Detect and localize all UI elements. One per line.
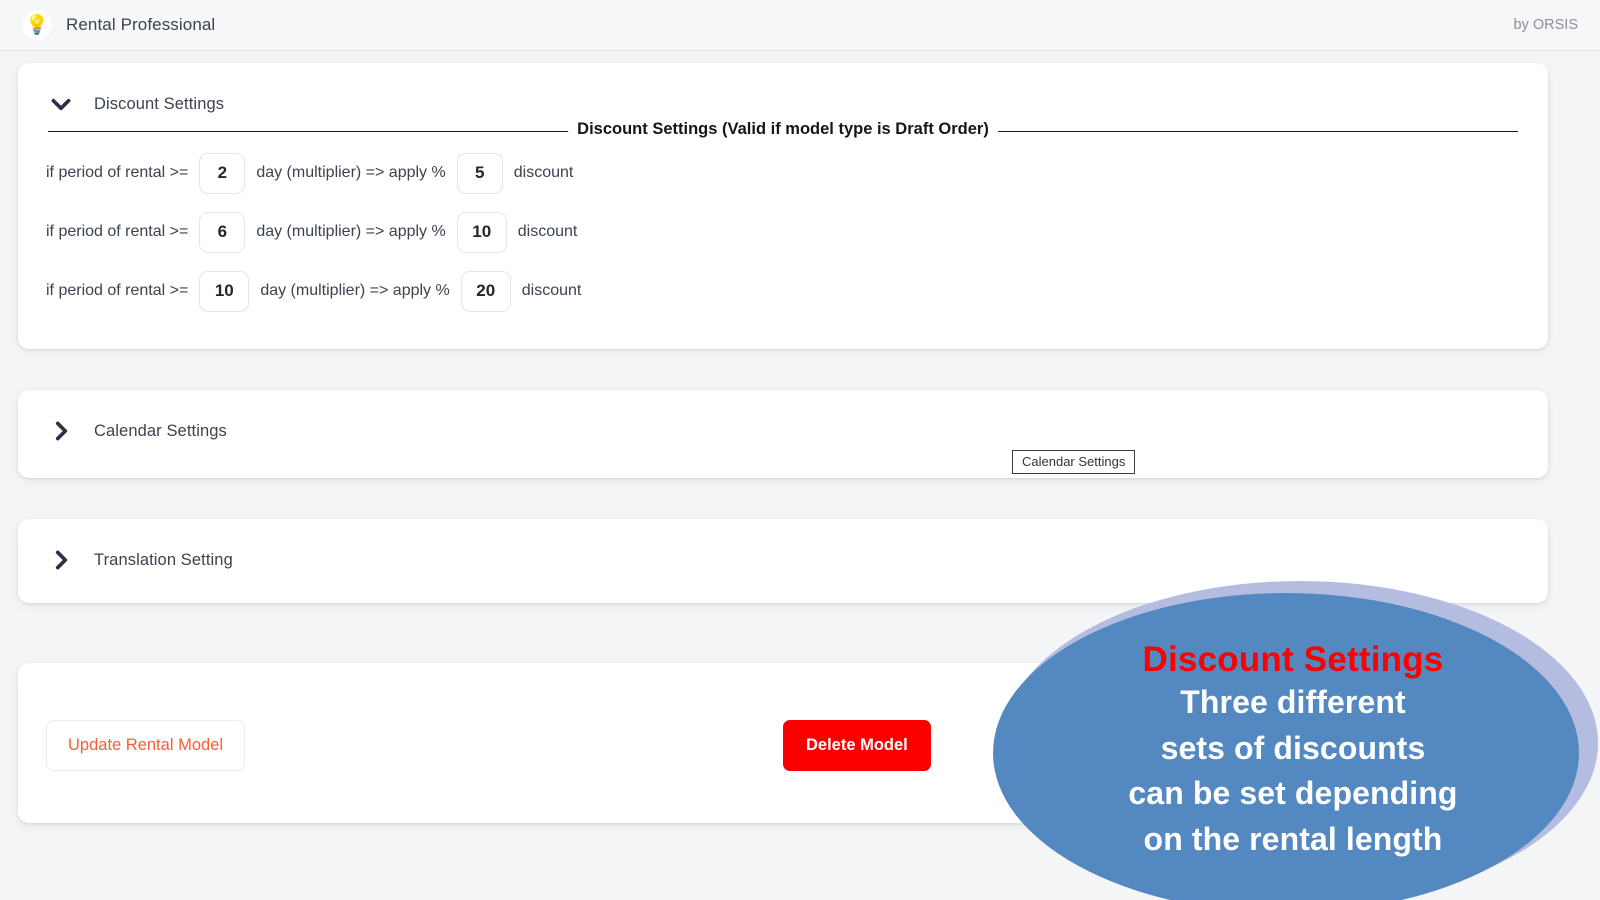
callout-line-4: on the rental length <box>1143 820 1443 857</box>
rule-days-input[interactable] <box>199 211 246 253</box>
rule-suffix-label: discount <box>517 223 578 240</box>
discount-settings-header[interactable]: Discount Settings <box>18 63 1548 117</box>
rule-middle-label: day (multiplier) => apply % <box>260 282 450 299</box>
calendar-settings-label: Calendar Settings <box>94 421 227 440</box>
brand[interactable]: 💡 Rental Professional <box>22 10 215 40</box>
top-bar: 💡 Rental Professional by ORSIS <box>0 0 1600 51</box>
discount-settings-label: Discount Settings <box>94 94 225 113</box>
discount-rule-row: if period of rental >= day (multiplier) … <box>46 210 1548 254</box>
rule-middle-label: day (multiplier) => apply % <box>256 164 446 181</box>
chevron-down-icon[interactable] <box>48 91 74 117</box>
app-root: 💡 Rental Professional by ORSIS Discount … <box>0 0 1600 900</box>
discount-rule-row: if period of rental >= day (multiplier) … <box>46 151 1548 195</box>
delete-model-button[interactable]: Delete Model <box>783 720 931 771</box>
discount-settings-card: Discount Settings Discount Settings (Val… <box>18 63 1548 349</box>
byline: by ORSIS <box>1513 17 1578 33</box>
chevron-right-icon[interactable] <box>48 418 74 444</box>
calendar-settings-card: Calendar Settings <box>18 390 1548 478</box>
rule-percent-input[interactable] <box>456 152 503 194</box>
rule-suffix-label: discount <box>521 282 582 299</box>
discount-rules-list: if period of rental >= day (multiplier) … <box>18 117 1548 313</box>
chevron-right-icon[interactable] <box>48 547 74 573</box>
translation-setting-header[interactable]: Translation Setting <box>18 519 1548 573</box>
calendar-settings-header[interactable]: Calendar Settings <box>18 390 1548 444</box>
rule-percent-input[interactable] <box>456 211 507 253</box>
discount-fieldset-legend: Discount Settings (Valid if model type i… <box>568 120 998 139</box>
actions-card: Update Rental Model Delete Model <box>18 663 1548 823</box>
rule-suffix-label: discount <box>513 164 574 181</box>
translation-setting-label: Translation Setting <box>94 550 233 569</box>
translation-setting-card: Translation Setting <box>18 519 1548 603</box>
rule-middle-label: day (multiplier) => apply % <box>256 223 446 240</box>
rule-days-input[interactable] <box>199 152 246 194</box>
update-rental-model-button[interactable]: Update Rental Model <box>46 720 246 771</box>
rule-days-input[interactable] <box>199 270 250 312</box>
rule-prefix-label: if period of rental >= <box>46 164 189 181</box>
calendar-settings-tooltip: Calendar Settings <box>1012 450 1136 474</box>
rule-prefix-label: if period of rental >= <box>46 223 189 240</box>
lightbulb-icon: 💡 <box>22 10 52 40</box>
rule-percent-input[interactable] <box>460 270 511 312</box>
discount-rule-row: if period of rental >= day (multiplier) … <box>46 269 1548 313</box>
app-title: Rental Professional <box>66 15 216 34</box>
discount-fieldset: Discount Settings (Valid if model type i… <box>48 120 1518 139</box>
rule-prefix-label: if period of rental >= <box>46 282 189 299</box>
